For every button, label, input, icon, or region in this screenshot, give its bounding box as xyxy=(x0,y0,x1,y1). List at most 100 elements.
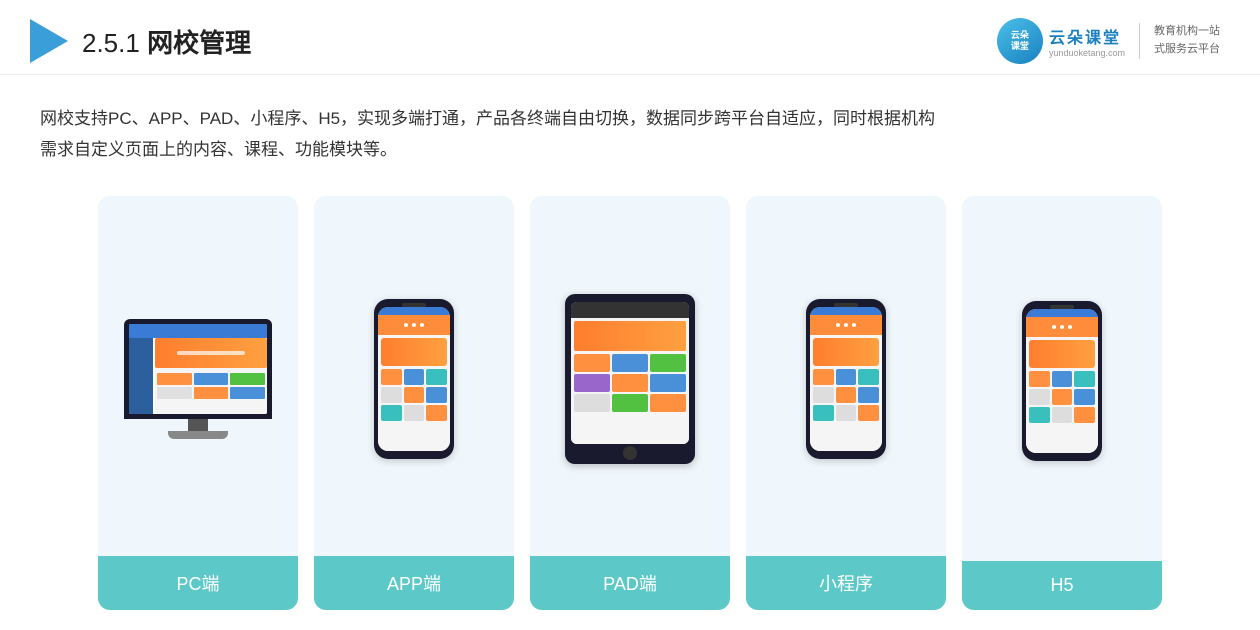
nav-dot xyxy=(844,323,848,327)
phone-status-bar-h5 xyxy=(1026,309,1098,317)
grid-cell xyxy=(230,387,265,399)
pad-grid-cell xyxy=(612,354,648,372)
screen-header-bar xyxy=(129,324,267,338)
phone-frame-h5 xyxy=(1022,301,1102,461)
grid-cell xyxy=(157,387,192,399)
pad-grid-cell xyxy=(650,374,686,392)
brand-logo: 云朵课堂 云朵课堂 yunduoketang.com 教育机构一站 式服务云平台 xyxy=(997,18,1220,64)
phone-grid-cell xyxy=(813,369,834,385)
pad-grid-cell xyxy=(650,354,686,372)
phone-nav-h5 xyxy=(1026,317,1098,337)
phone-banner-mini xyxy=(813,338,879,366)
pad-banner xyxy=(574,321,686,351)
phone-grid-cell xyxy=(1052,389,1073,405)
card-label-pc: PC端 xyxy=(98,556,298,610)
card-pad: PAD端 xyxy=(530,196,730,610)
phone-grid xyxy=(381,369,447,421)
pad-header xyxy=(571,302,689,318)
pad-grid-cell xyxy=(612,374,648,392)
monitor-screen xyxy=(129,324,267,414)
cards-section: PC端 xyxy=(0,176,1260,630)
phone-frame-app xyxy=(374,299,454,459)
phone-grid-cell xyxy=(426,405,447,421)
card-image-app xyxy=(314,196,514,556)
screen-main xyxy=(129,338,267,414)
brand-icon: 云朵课堂 xyxy=(997,18,1043,64)
nav-dot xyxy=(1052,325,1056,329)
card-label-pad: PAD端 xyxy=(530,556,730,610)
phone-grid-cell xyxy=(404,387,425,403)
phone-grid-cell xyxy=(813,405,834,421)
phone-body-h5 xyxy=(1026,337,1098,453)
brand-info: 云朵课堂 yunduoketang.com xyxy=(1049,24,1125,58)
phone-screen-h5 xyxy=(1026,309,1098,453)
phone-grid-cell xyxy=(836,369,857,385)
card-label-app: APP端 xyxy=(314,556,514,610)
nav-dot xyxy=(836,323,840,327)
phone-grid-cell xyxy=(1029,389,1050,405)
nav-dot xyxy=(420,323,424,327)
screen-content xyxy=(129,324,267,414)
phone-grid-cell xyxy=(1029,407,1050,423)
phone-grid-cell xyxy=(381,369,402,385)
phone-banner xyxy=(381,338,447,366)
phone-nav xyxy=(378,315,450,335)
card-image-miniapp xyxy=(746,196,946,556)
brand-slogan: 教育机构一站 式服务云平台 xyxy=(1154,23,1220,58)
phone-nav-mini xyxy=(810,315,882,335)
phone-grid-cell xyxy=(1029,371,1050,387)
phone-grid-cell xyxy=(1052,371,1073,387)
header: 2.5.1 网校管理 云朵课堂 云朵课堂 yunduoketang.com 教育… xyxy=(0,0,1260,75)
grid-cell xyxy=(194,373,229,385)
card-app: APP端 xyxy=(314,196,514,610)
brand-name: 云朵课堂 xyxy=(1049,24,1125,48)
pad-grid-cell xyxy=(612,394,648,412)
monitor-frame xyxy=(124,319,272,419)
phone-frame-miniapp xyxy=(806,299,886,459)
phone-screen-miniapp xyxy=(810,307,882,451)
card-label-h5: H5 xyxy=(962,561,1162,610)
nav-dot xyxy=(852,323,856,327)
card-label-miniapp: 小程序 xyxy=(746,556,946,610)
pad-grid-cell xyxy=(574,374,610,392)
pad-frame xyxy=(565,294,695,464)
pad-grid-cell xyxy=(574,394,610,412)
monitor-base xyxy=(168,431,228,439)
header-right: 云朵课堂 云朵课堂 yunduoketang.com 教育机构一站 式服务云平台 xyxy=(997,18,1220,64)
pad-body xyxy=(571,318,689,444)
page: 2.5.1 网校管理 云朵课堂 云朵课堂 yunduoketang.com 教育… xyxy=(0,0,1260,630)
pad-grid xyxy=(574,354,686,412)
card-image-pad xyxy=(530,196,730,556)
phone-grid-cell xyxy=(426,387,447,403)
phone-grid-cell xyxy=(1074,407,1095,423)
phone-status-bar xyxy=(378,307,450,315)
card-pc: PC端 xyxy=(98,196,298,610)
logo-triangle-icon xyxy=(30,19,68,63)
screen-body xyxy=(155,338,267,414)
phone-grid-cell xyxy=(381,405,402,421)
grid-cell xyxy=(230,373,265,385)
nav-dot xyxy=(412,323,416,327)
phone-grid-cell xyxy=(836,405,857,421)
card-image-h5 xyxy=(962,196,1162,561)
phone-grid-cell xyxy=(858,387,879,403)
phone-grid-cell xyxy=(426,369,447,385)
phone-grid-cell xyxy=(836,387,857,403)
phone-grid-cell xyxy=(404,369,425,385)
brand-divider xyxy=(1139,23,1140,59)
phone-body xyxy=(378,335,450,451)
screen-banner xyxy=(155,338,267,368)
phone-grid-cell xyxy=(813,387,834,403)
page-title: 2.5.1 网校管理 xyxy=(82,23,251,60)
nav-dot xyxy=(1068,325,1072,329)
pc-monitor-icon xyxy=(124,319,272,439)
phone-grid-cell xyxy=(381,387,402,403)
banner-text xyxy=(177,351,244,355)
phone-grid-cell xyxy=(1052,407,1073,423)
card-h5: H5 xyxy=(962,196,1162,610)
header-left: 2.5.1 网校管理 xyxy=(30,19,251,63)
grid-cell xyxy=(157,373,192,385)
grid-cell xyxy=(194,387,229,399)
phone-grid-h5 xyxy=(1029,371,1095,423)
monitor-neck xyxy=(188,419,208,431)
